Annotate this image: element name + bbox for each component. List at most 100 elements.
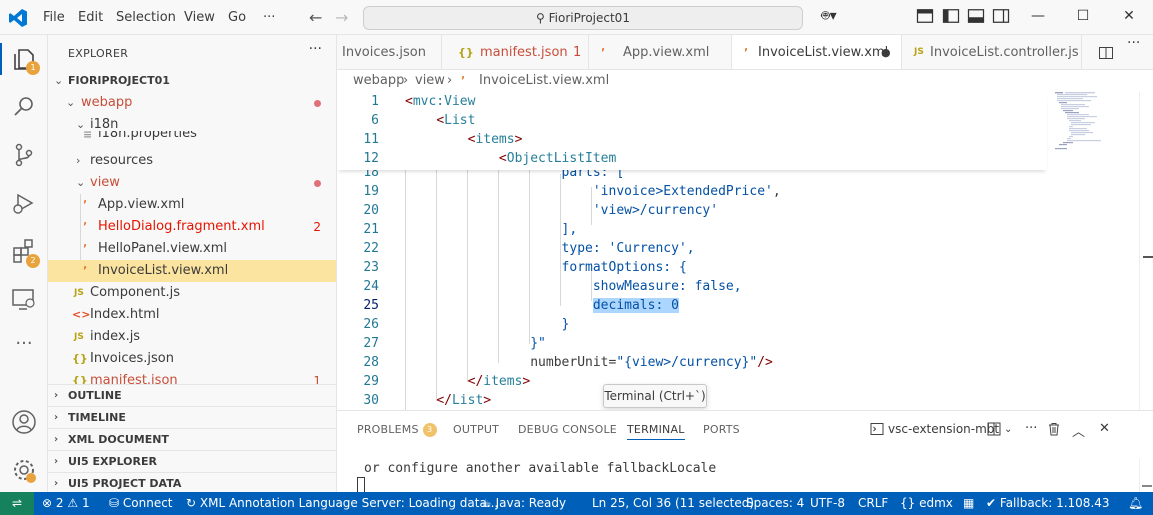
- menu-view[interactable]: View: [184, 10, 215, 25]
- menu-file[interactable]: File: [43, 10, 65, 25]
- code-editor[interactable]: 19 'invoice>ExtendedPrice', 20 'view>/cu…: [337, 92, 1153, 410]
- breadcrumb-webapp[interactable]: webapp: [353, 70, 404, 92]
- tab-invoicelist-controller[interactable]: JS InvoiceList.controller.js: [902, 35, 1082, 69]
- code-text: <items>: [467, 132, 523, 147]
- toggle-panel-icon[interactable]: [966, 6, 986, 26]
- dirty-indicator-icon[interactable]: ●: [881, 35, 891, 69]
- code-text: type: 'Currency',: [561, 241, 695, 256]
- menu-go[interactable]: Go: [228, 10, 246, 25]
- tree-file-component-js[interactable]: JS Component.js: [48, 282, 336, 304]
- tree-file-hellodialog-fragment[interactable]: ʼ HelloDialog.fragment.xml 2: [48, 216, 336, 238]
- xml-file-icon: ʼ: [83, 220, 88, 233]
- connect-label: Connect: [122, 496, 173, 510]
- remote-indicator-icon[interactable]: ⇌: [0, 492, 34, 515]
- split-editor-icon[interactable]: [1098, 45, 1114, 61]
- tree-folder-view[interactable]: ⌄ view: [48, 172, 336, 194]
- tree-file-index-html[interactable]: <> Index.html: [48, 304, 336, 326]
- tree-file-invoicelist-view[interactable]: ʼ InvoiceList.view.xml: [48, 260, 336, 282]
- tree-label: webapp: [81, 95, 133, 110]
- warning-count: 1: [81, 496, 90, 510]
- kill-terminal-trash-icon[interactable]: [1047, 422, 1061, 436]
- sticky-line-1[interactable]: 1 <mvc:View: [337, 92, 1097, 111]
- sticky-line-12[interactable]: 12 <ObjectListItem: [337, 149, 1097, 168]
- section-timeline[interactable]: › TIMELINE: [48, 406, 336, 428]
- problem-count: 1: [313, 374, 321, 384]
- customize-layout-icon[interactable]: [915, 6, 935, 26]
- connect-status[interactable]: ⛁ Connect: [109, 492, 173, 515]
- language-mode-status[interactable]: {} edmx: [900, 492, 953, 515]
- close-window-icon[interactable]: ✕: [1119, 6, 1139, 26]
- tab-app-view[interactable]: ʼ App.view.xml: [589, 35, 732, 69]
- panel-tab-problems[interactable]: PROBLEMS 3: [357, 423, 437, 437]
- tree-file-invoices-json[interactable]: {} Invoices.json: [48, 348, 336, 370]
- cursor-position[interactable]: Ln 25, Col 36 (11 selected): [592, 492, 754, 515]
- eol-status[interactable]: CRLF: [858, 492, 888, 515]
- section-ui5-explorer[interactable]: › UI5 EXPLORER: [48, 450, 336, 472]
- java-status[interactable]: ☕ Java: Ready: [481, 492, 566, 515]
- breadcrumb-separator-icon: ›: [403, 73, 409, 88]
- tree-file-index-js[interactable]: JS index.js: [48, 326, 336, 348]
- tree-file-manifest-json[interactable]: {} manifest.json 1: [48, 370, 336, 384]
- copilot-icon[interactable]: 🤖︎▾: [815, 6, 843, 26]
- panel-tab-ports[interactable]: PORTS: [703, 423, 740, 436]
- project-root[interactable]: ⌄ FIORIPROJECT01: [48, 70, 336, 92]
- more-actions-icon[interactable]: ···: [1025, 421, 1037, 436]
- forward-arrow-icon[interactable]: →: [335, 8, 348, 27]
- tree-folder-webapp[interactable]: ⌄ webapp: [48, 92, 336, 114]
- editor-more-icon[interactable]: ···: [1127, 35, 1140, 51]
- more-views-icon[interactable]: ···: [10, 333, 38, 361]
- menu-selection[interactable]: Selection: [116, 10, 176, 25]
- breadcrumb-view[interactable]: view: [415, 70, 445, 92]
- run-debug-icon[interactable]: [10, 189, 38, 217]
- toggle-sidebar-icon[interactable]: [941, 6, 961, 26]
- activity-bar: 1 2 ···: [0, 35, 48, 492]
- minimap[interactable]: [1055, 92, 1139, 162]
- modified-dot: [314, 100, 321, 107]
- encoding-status[interactable]: UTF-8: [810, 492, 845, 515]
- line-number: 19: [363, 184, 379, 199]
- tree-file-hellopanel-view[interactable]: ʼ HelloPanel.view.xml: [48, 238, 336, 260]
- source-control-icon[interactable]: [10, 141, 38, 169]
- tree-file-i18n-properties[interactable]: ≡ i18n.properties: [48, 131, 336, 147]
- tab-invoices-json[interactable]: Invoices.json: [337, 35, 442, 69]
- tree-file-app-view[interactable]: ʼ App.view.xml: [48, 194, 336, 216]
- section-xml-document[interactable]: › XML DOCUMENT: [48, 428, 336, 450]
- copilot-status-icon[interactable]: ▦: [963, 492, 974, 515]
- problems-status[interactable]: ⊗ 2 ⚠ 1: [42, 492, 90, 515]
- sync-icon: ↻: [186, 496, 197, 510]
- section-ui5-project-data[interactable]: › UI5 PROJECT DATA: [48, 472, 336, 492]
- account-icon[interactable]: [10, 408, 38, 436]
- split-terminal-icon[interactable]: [987, 422, 1003, 436]
- remote-explorer-icon[interactable]: [10, 285, 38, 313]
- indentation-status[interactable]: Spaces: 4: [746, 492, 804, 515]
- terminal-scrollbar[interactable]: [1139, 459, 1153, 493]
- xml-language-server-status[interactable]: ↻ XML Annotation Language Server: Loadin…: [186, 492, 498, 515]
- fallback-status[interactable]: ✔ Fallback: 1.108.43: [986, 492, 1110, 515]
- menu-more-icon[interactable]: ···: [263, 10, 275, 25]
- tab-manifest-json[interactable]: {} manifest.json 1: [442, 35, 589, 69]
- panel-tab-output[interactable]: OUTPUT: [453, 423, 499, 436]
- notifications-bell-icon[interactable]: 🔔︎: [1128, 492, 1143, 515]
- sticky-line-11[interactable]: 11 <items>: [337, 130, 1097, 149]
- command-center[interactable]: ⚲ FioriProject01: [363, 6, 803, 30]
- sticky-line-6[interactable]: 6 <List: [337, 111, 1097, 130]
- editor-vertical-scrollbar[interactable]: [1139, 92, 1153, 410]
- section-outline[interactable]: › OUTLINE: [48, 384, 336, 406]
- tree-label: i18n.properties: [98, 131, 197, 141]
- terminal-name[interactable]: vsc-extension-mbt: [888, 422, 999, 436]
- maximize-icon[interactable]: ☐: [1073, 6, 1093, 26]
- menu-edit[interactable]: Edit: [78, 10, 103, 25]
- toggle-secondary-sidebar-icon[interactable]: [991, 6, 1011, 26]
- tree-folder-resources[interactable]: › resources: [48, 150, 336, 172]
- minimize-icon[interactable]: —: [1028, 6, 1048, 26]
- search-icon[interactable]: [10, 93, 38, 121]
- panel-tab-debug-console[interactable]: DEBUG CONSOLE: [518, 423, 617, 436]
- sidebar-more-icon[interactable]: ···: [309, 41, 322, 57]
- split-dropdown-chevron-icon[interactable]: ⌄: [1004, 424, 1012, 435]
- close-panel-icon[interactable]: ✕: [1099, 421, 1110, 436]
- tab-invoicelist-view[interactable]: ʼ InvoiceList.view.xml ●: [732, 35, 902, 69]
- breadcrumb-file[interactable]: InvoiceList.view.xml: [479, 70, 609, 92]
- panel-tab-terminal[interactable]: TERMINAL: [627, 423, 685, 440]
- maximize-panel-chevron-up-icon[interactable]: ︿: [1072, 421, 1085, 440]
- back-arrow-icon[interactable]: ←: [309, 8, 322, 27]
